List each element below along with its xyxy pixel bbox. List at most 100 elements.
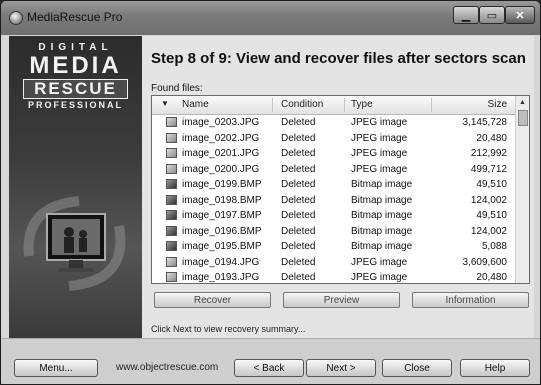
found-files-list[interactable]: ▼ Name Condition Type Size image_0203.JP… (151, 95, 530, 284)
file-type: JPEG image (351, 272, 408, 283)
table-row[interactable]: image_0203.JPG Deleted JPEG image 3,145,728 (152, 115, 517, 131)
step-title: Step 8 of 9: View and recover files afte… (151, 50, 526, 67)
file-condition: Deleted (281, 148, 316, 159)
file-size: 499,712 (470, 163, 507, 175)
file-condition: Deleted (281, 272, 316, 283)
file-condition: Deleted (281, 210, 316, 221)
scroll-up-icon[interactable]: ▲ (516, 96, 529, 109)
file-size: 49,510 (476, 210, 507, 221)
file-condition: Deleted (281, 225, 316, 237)
table-row[interactable]: image_0201.JPG Deleted JPEG image 212,992 (152, 146, 517, 162)
preview-button[interactable]: Preview (283, 292, 400, 308)
minimize-icon: ▁ (461, 9, 471, 22)
file-size: 124,002 (470, 194, 507, 206)
file-type: Bitmap image (351, 241, 413, 252)
minimize-button[interactable]: ▁ (453, 6, 479, 24)
help-button[interactable]: Help (460, 359, 530, 377)
file-condition: Deleted (281, 256, 316, 268)
recover-button[interactable]: Recover (154, 292, 271, 308)
file-rows: image_0203.JPG Deleted JPEG image 3,145,728… (152, 115, 517, 283)
file-size: 212,992 (470, 148, 507, 159)
file-size: 124,002 (470, 225, 507, 237)
column-size[interactable]: Size (488, 99, 507, 110)
file-name: image_0202.JPG (182, 132, 260, 144)
bitmap-file-icon (166, 179, 177, 189)
menu-button[interactable]: Menu... (14, 359, 98, 377)
table-row[interactable]: image_0200.JPG Deleted JPEG image 499,712 (152, 162, 517, 178)
file-name: image_0193.JPG (182, 272, 260, 283)
file-condition: Deleted (281, 179, 316, 190)
file-size: 20,480 (476, 132, 507, 144)
file-type: JPEG image (351, 117, 408, 128)
jpeg-file-icon (166, 163, 177, 174)
file-name: image_0200.JPG (182, 163, 260, 175)
file-type: Bitmap image (351, 225, 413, 237)
next-button[interactable]: Next > (306, 359, 376, 377)
table-row[interactable]: image_0199.BMP Deleted Bitmap image 49,510 (152, 177, 517, 193)
sort-down-icon[interactable]: ▼ (161, 99, 169, 108)
logo-media: MEDIA (29, 52, 122, 79)
file-type: Bitmap image (351, 179, 413, 190)
file-condition: Deleted (281, 241, 316, 252)
jpeg-file-icon (166, 117, 177, 127)
file-size: 3,145,728 (462, 117, 508, 128)
file-type: Bitmap image (351, 210, 413, 221)
found-files-label: Found files: (151, 83, 203, 94)
file-name: image_0194.JPG (182, 256, 260, 268)
table-row[interactable]: image_0194.JPG Deleted JPEG image 3,609,600 (152, 255, 517, 271)
vertical-scrollbar[interactable]: ▲ (515, 96, 529, 283)
table-row[interactable]: image_0198.BMP Deleted Bitmap image 124,002 (152, 193, 517, 209)
table-row[interactable]: image_0197.BMP Deleted Bitmap image 49,510 (152, 208, 517, 224)
file-name: image_0195.BMP (182, 241, 262, 252)
window-title: MediaRescue Pro (27, 10, 123, 24)
file-type: JPEG image (351, 163, 408, 175)
logo-rescue: RESCUE (23, 79, 128, 99)
next-hint: Click Next to view recovery summary... (151, 324, 306, 334)
file-name: image_0196.BMP (182, 225, 262, 237)
monitor-illustration (23, 196, 126, 291)
table-row[interactable]: image_0202.JPG Deleted JPEG image 20,480 (152, 131, 517, 147)
app-window: MediaRescue Pro ▁ ▭ ✕ DIGITAL MEDIA RESC… (0, 0, 541, 385)
information-button[interactable]: Information (412, 292, 529, 308)
close-icon: ✕ (515, 9, 525, 22)
jpeg-file-icon (166, 132, 177, 143)
maximize-button[interactable]: ▭ (479, 6, 505, 24)
file-name: image_0199.BMP (182, 179, 262, 190)
bitmap-file-icon (166, 210, 177, 220)
file-condition: Deleted (281, 117, 316, 128)
close-button[interactable]: Close (382, 359, 452, 377)
table-row[interactable]: image_0193.JPG Deleted JPEG image 20,480 (152, 270, 517, 283)
list-header: ▼ Name Condition Type Size (152, 96, 517, 115)
bitmap-file-icon (166, 225, 177, 236)
file-type: JPEG image (351, 148, 408, 159)
website-link[interactable]: www.objectrescue.com (116, 362, 218, 373)
file-name: image_0197.BMP (182, 210, 262, 221)
file-name: image_0203.JPG (182, 117, 260, 128)
jpeg-file-icon (166, 256, 177, 267)
logo-professional: PROFESSIONAL (27, 100, 123, 110)
file-condition: Deleted (281, 163, 316, 175)
bitmap-file-icon (166, 241, 177, 251)
file-size: 5,088 (481, 241, 507, 252)
app-icon (9, 11, 23, 25)
file-size: 49,510 (476, 179, 507, 190)
table-row[interactable]: image_0195.BMP Deleted Bitmap image 5,088 (152, 239, 517, 255)
column-name[interactable]: Name (182, 99, 209, 110)
jpeg-file-icon (166, 148, 177, 158)
close-window-button[interactable]: ✕ (505, 6, 535, 24)
maximize-icon: ▭ (486, 9, 498, 22)
file-name: image_0201.JPG (182, 148, 260, 159)
back-button[interactable]: < Back (234, 359, 304, 377)
column-type[interactable]: Type (351, 99, 373, 110)
file-size: 20,480 (476, 272, 507, 283)
file-size: 3,609,600 (462, 256, 508, 268)
scroll-thumb[interactable] (518, 110, 528, 126)
file-condition: Deleted (281, 194, 316, 206)
title-bar[interactable]: MediaRescue Pro ▁ ▭ ✕ (1, 1, 540, 35)
file-type: JPEG image (351, 256, 408, 268)
main-panel: Step 8 of 9: View and recover files afte… (142, 36, 534, 338)
column-condition[interactable]: Condition (281, 99, 323, 110)
jpeg-file-icon (166, 272, 177, 282)
file-condition: Deleted (281, 132, 316, 144)
table-row[interactable]: image_0196.BMP Deleted Bitmap image 124,002 (152, 224, 517, 240)
